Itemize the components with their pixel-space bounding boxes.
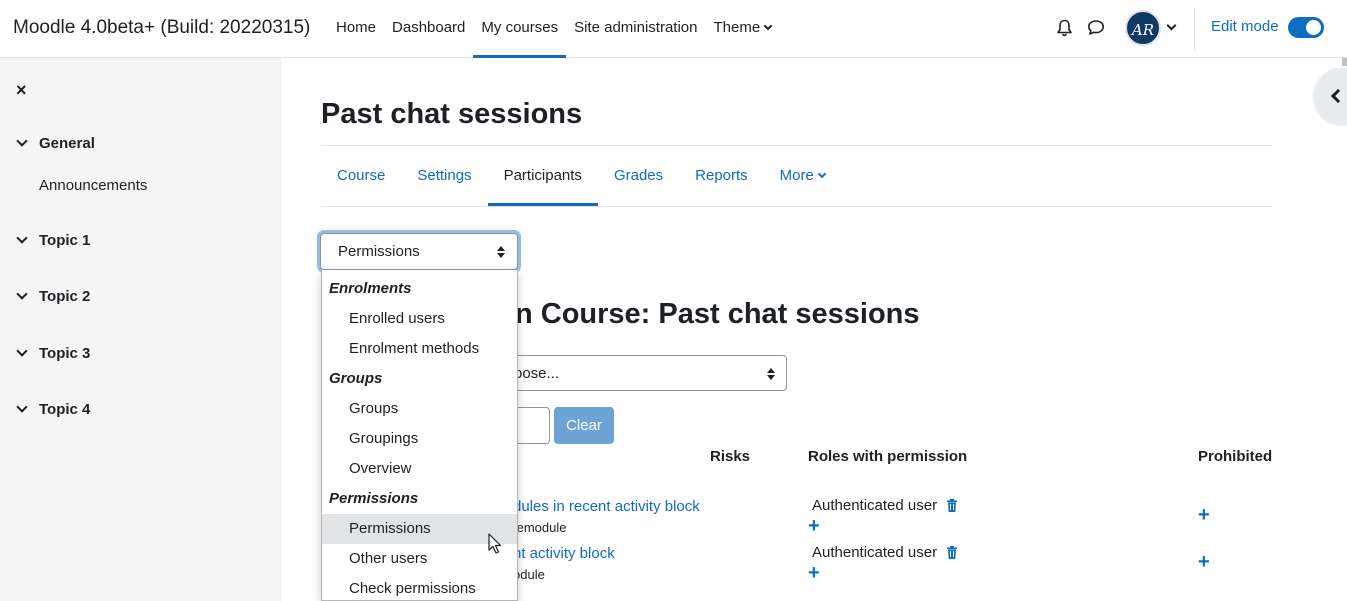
option-groups[interactable]: Groups [322,394,517,424]
section-label: Topic 3 [39,345,91,362]
add-role-plus-icon[interactable]: + [808,516,820,536]
clear-button[interactable]: Clear [554,407,614,444]
chevron-down-icon[interactable] [16,287,28,300]
trash-icon[interactable] [947,546,957,559]
chevron-down-icon[interactable] [16,134,28,147]
top-navbar: Moodle 4.0beta+ (Build: 20220315) Home D… [0,0,1347,58]
mouse-pointer-icon [488,533,502,554]
nav-my-courses[interactable]: My courses [473,0,566,58]
nav-home[interactable]: Home [328,0,384,58]
toggle-knob [1306,20,1321,35]
prohibit-plus-icon[interactable]: + [1198,552,1210,572]
tab-grades[interactable]: Grades [598,146,679,206]
nav-theme[interactable]: Theme [706,0,780,58]
chevron-down-icon [763,21,773,31]
trash-icon[interactable] [947,499,957,512]
open-block-drawer-button[interactable] [1314,68,1347,124]
tab-reports[interactable]: Reports [679,146,764,206]
tab-settings[interactable]: Settings [401,146,487,206]
section-label: Topic 1 [39,232,91,249]
section-label: Topic 4 [39,401,91,418]
secondary-navigation: Course Settings Participants Grades Repo… [321,146,841,206]
add-role-plus-icon[interactable]: + [808,563,820,583]
header-risks: Risks [710,448,751,465]
option-check-permissions[interactable]: Check permissions [322,574,517,600]
course-index-drawer: × General Announcements Topic 1 Topic 2 … [0,58,282,601]
header-roles-with-permission: Roles with permission [808,448,968,465]
chevron-down-icon[interactable] [16,400,28,413]
sidebar-section-topic-1[interactable]: Topic 1 [16,231,91,249]
optgroup-enrolments: Enrolments [329,280,412,297]
edit-mode-label: Edit mode [1211,18,1279,35]
role-authenticated-user: Authenticated user [812,497,938,514]
option-overview[interactable]: Overview [322,454,517,484]
site-name[interactable]: Moodle 4.0beta+ (Build: 20220315) [13,17,310,39]
select-placeholder: oose... [514,365,560,382]
capability-code: temodule [513,520,567,535]
tab-more[interactable]: More [764,146,841,206]
section-label: General [39,135,95,152]
edit-mode-toggle[interactable] [1288,17,1324,38]
sidebar-section-topic-3[interactable]: Topic 3 [16,344,91,362]
tab-participants[interactable]: Participants [487,146,599,206]
section-label: Topic 2 [39,288,91,305]
sidebar-section-topic-4[interactable]: Topic 4 [16,400,91,418]
select-arrows-icon [497,246,505,258]
header-prohibited: Prohibited [1198,448,1273,465]
tab-more-label: More [779,167,814,184]
select-value: Permissions [338,243,420,260]
nav-site-administration[interactable]: Site administration [566,0,705,58]
option-groupings[interactable]: Groupings [322,424,517,454]
scrollbar-thumb[interactable] [1342,58,1347,66]
select-arrows-icon [767,368,775,380]
navbar-divider [1194,8,1195,50]
sidebar-section-topic-2[interactable]: Topic 2 [16,287,91,305]
chevron-down-icon[interactable] [1166,20,1177,31]
chevron-down-icon [817,169,827,179]
bell-icon[interactable] [1056,19,1073,37]
close-icon[interactable]: × [16,80,27,101]
nav-dashboard[interactable]: Dashboard [384,0,473,58]
user-avatar[interactable]: AR [1125,10,1161,46]
role-filter-select[interactable]: oose... [505,355,787,391]
capability-link[interactable]: dules in recent activity block [513,498,700,515]
tab-course[interactable]: Course [321,146,401,206]
capability-link[interactable]: nt activity block [513,545,615,562]
message-icon[interactable] [1087,19,1105,36]
sidebar-item-announcements[interactable]: Announcements [39,177,147,194]
participants-page-select[interactable]: Permissions [320,233,518,270]
chevron-left-icon [1330,88,1346,104]
optgroup-permissions: Permissions [329,490,419,507]
permissions-heading: n Course: Past chat sessions [515,298,920,330]
sidebar-section-general[interactable]: General [16,134,95,152]
primary-navigation: Home Dashboard My courses Site administr… [328,0,779,58]
chevron-down-icon[interactable] [16,231,28,244]
role-authenticated-user: Authenticated user [812,544,938,561]
prohibit-plus-icon[interactable]: + [1198,505,1210,525]
chevron-down-icon[interactable] [16,344,28,357]
option-enrolment-methods[interactable]: Enrolment methods [322,334,517,364]
option-enrolled-users[interactable]: Enrolled users [322,304,517,334]
page-title: Past chat sessions [321,98,583,130]
optgroup-groups: Groups [329,370,383,387]
nav-theme-label: Theme [713,19,761,36]
divider [321,206,1272,207]
